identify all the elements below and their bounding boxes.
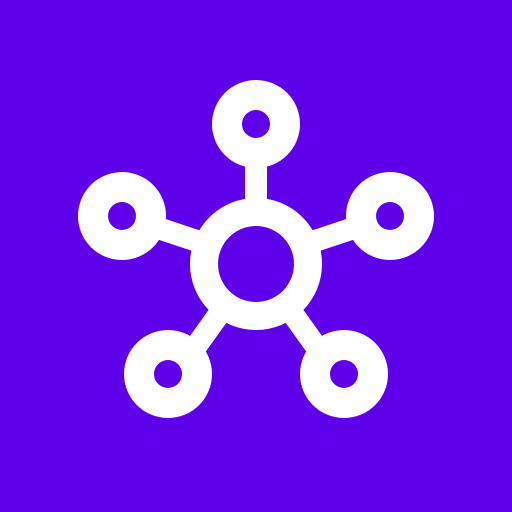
app-icon (0, 0, 512, 512)
node-bottom-right (300, 330, 388, 418)
node-center (190, 198, 322, 330)
node-bottom-left (124, 330, 212, 418)
node-top (212, 80, 300, 168)
node-right (346, 172, 434, 260)
node-left (78, 172, 166, 260)
network-hub-icon (0, 0, 512, 512)
